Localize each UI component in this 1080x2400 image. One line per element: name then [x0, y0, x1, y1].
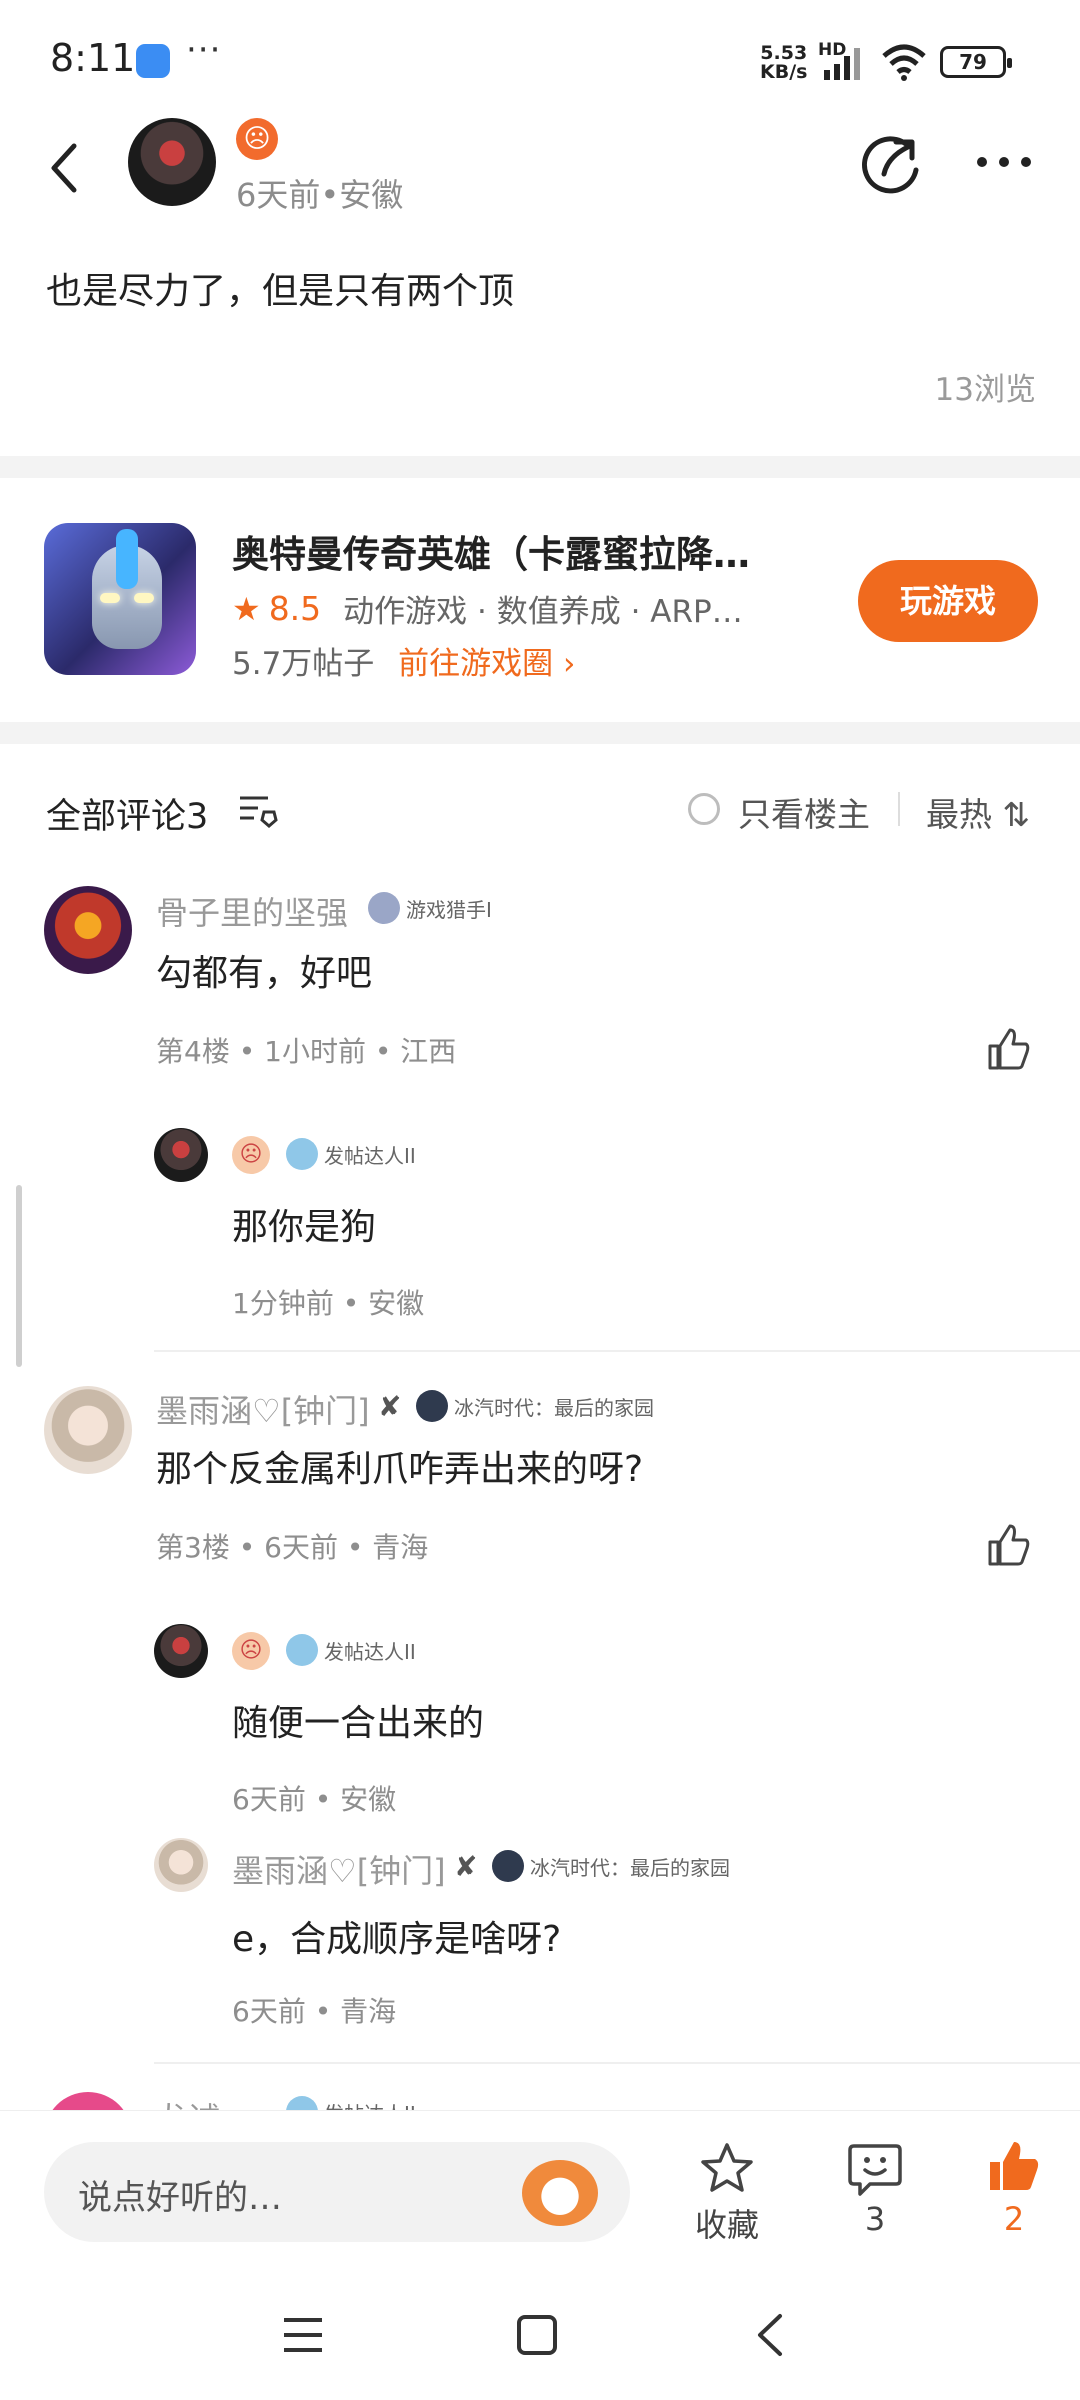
reply-avatar[interactable]: [154, 1838, 208, 1892]
only-host-radio[interactable]: [688, 793, 720, 825]
game-tags: 动作游戏 · 数值养成 · ARP…: [343, 594, 743, 630]
commenter-avatar[interactable]: [44, 1386, 132, 1474]
comment-divider: [154, 1350, 1080, 1352]
net-speed-unit: KB/s: [760, 61, 808, 83]
angry-emoji-icon: ☹: [232, 1632, 270, 1670]
only-host-label[interactable]: 只看楼主: [738, 788, 870, 836]
badge-label: 冰汽时代：最后的家园: [530, 1855, 730, 1880]
battery-indicator: 79: [940, 46, 1012, 78]
like-count[interactable]: 2: [954, 2200, 1074, 2238]
user-badge: 发帖达人II: [286, 1138, 416, 1170]
badge-label: 发帖达人II: [324, 1639, 416, 1664]
more-notifications-icon: ···: [186, 30, 222, 70]
net-speed: 5.53 KB/s: [760, 44, 807, 82]
badge-icon: [286, 1138, 318, 1170]
comment-meta: 第3楼 • 6天前 • 青海: [156, 1531, 429, 1564]
badge-icon: [368, 892, 400, 924]
reply-name[interactable]: 墨雨涵♡[钟门]: [232, 1846, 446, 1892]
user-badge: 游戏猎手I: [368, 892, 492, 924]
reply-meta: 1分钟前 • 安徽: [232, 1287, 425, 1320]
section-divider: [0, 456, 1080, 478]
sword-icon: ✘: [454, 1850, 478, 1883]
badge-icon: [286, 1634, 318, 1666]
app-notification-icon: [136, 44, 170, 78]
commenter-name[interactable]: 墨雨涵♡[钟门]: [156, 1386, 370, 1432]
commenter-name[interactable]: 骨子里的坚强: [156, 888, 348, 934]
mascot-emoji-icon[interactable]: [522, 2160, 598, 2226]
comment-text: 勾都有，好吧: [156, 953, 373, 994]
game-title[interactable]: 奥特曼传奇英雄（卡露蜜拉降…: [232, 524, 750, 578]
comment-meta: 第4楼 • 1小时前 • 江西: [156, 1035, 457, 1068]
reply-text: 随便一合出来的: [232, 1703, 485, 1744]
user-badge: 发帖达人II: [286, 1634, 416, 1666]
post-meta: 6天前•安徽: [236, 176, 404, 214]
comment-filter-icon[interactable]: [238, 792, 278, 828]
game-rating-row: ★ 8.5 动作游戏 · 数值养成 · ARP…: [232, 586, 743, 631]
comment-bubble-icon[interactable]: [848, 2142, 902, 2196]
badge-icon: [416, 1390, 448, 1422]
reply-meta: 6天前 • 青海: [232, 1995, 397, 2028]
status-bar: 8:11 ··· 5.53 KB/s HD 79: [0, 0, 1080, 120]
commenter-avatar[interactable]: [44, 886, 132, 974]
like-filled-icon[interactable]: [986, 2140, 1042, 2194]
user-badge: 冰汽时代：最后的家园: [416, 1390, 654, 1422]
more-options-icon[interactable]: [974, 152, 1034, 172]
game-icon[interactable]: [44, 523, 196, 675]
author-avatar[interactable]: [128, 118, 216, 206]
like-icon[interactable]: [986, 1522, 1030, 1566]
reply-avatar[interactable]: [154, 1128, 208, 1182]
reply-avatar[interactable]: [154, 1624, 208, 1678]
badge-icon: [492, 1850, 524, 1882]
share-icon[interactable]: [862, 132, 924, 194]
comment-divider: [154, 2062, 1080, 2064]
signal-icon: [824, 48, 860, 80]
comments-title: 全部评论3: [46, 797, 209, 837]
comment-text: 那个反金属利爪咋弄出来的呀?: [156, 1449, 644, 1490]
game-circle-link[interactable]: 前往游戏圈 ›: [398, 646, 575, 682]
user-badge: 冰汽时代：最后的家园: [492, 1850, 730, 1882]
game-rating: 8.5: [268, 589, 322, 628]
section-divider: [0, 722, 1080, 744]
like-icon[interactable]: [986, 1026, 1030, 1070]
post-body: 也是尽力了，但是只有两个顶: [46, 271, 515, 312]
reply-meta: 6天前 • 安徽: [232, 1783, 397, 1816]
badge-label: 冰汽时代：最后的家园: [454, 1395, 654, 1420]
favorite-label[interactable]: 收藏: [667, 2200, 787, 2246]
favorite-star-icon[interactable]: [700, 2142, 754, 2194]
sort-toggle[interactable]: 最热 ⇅: [926, 788, 1030, 836]
comment-input-placeholder[interactable]: 说点好听的…: [78, 2170, 282, 2219]
reply-text: e，合成顺序是啥呀?: [232, 1919, 562, 1960]
recent-apps-icon[interactable]: [282, 2316, 324, 2354]
angry-emoji-icon: ☹: [236, 118, 278, 160]
play-game-button[interactable]: 玩游戏: [858, 560, 1038, 642]
star-icon: ★: [232, 589, 261, 628]
sword-icon: ✘: [378, 1390, 402, 1423]
back-arrow-icon[interactable]: [44, 140, 84, 196]
comment-count[interactable]: 3: [815, 2200, 935, 2238]
scrollbar[interactable]: [16, 1185, 22, 1367]
wifi-icon: [882, 44, 926, 81]
badge-label: 发帖达人II: [324, 1143, 416, 1168]
reply-text: 那你是狗: [232, 1207, 377, 1248]
badge-label: 游戏猎手I: [406, 897, 492, 922]
game-stats: 5.7万帖子 前往游戏圈 ›: [232, 638, 575, 683]
back-nav-icon[interactable]: [752, 2312, 786, 2358]
view-count: 13浏览: [934, 372, 1036, 408]
game-post-count: 5.7万帖子: [232, 646, 375, 682]
angry-emoji-icon: ☹: [232, 1136, 270, 1174]
header-divider: [898, 792, 900, 826]
status-time: 8:11: [50, 36, 136, 80]
home-icon[interactable]: [516, 2314, 558, 2356]
